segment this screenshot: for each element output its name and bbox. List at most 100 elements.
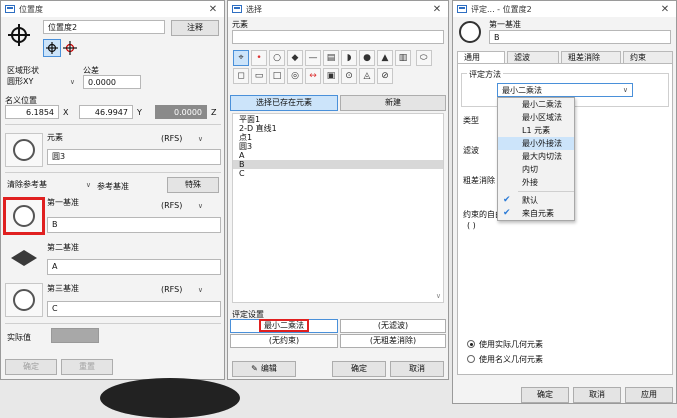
- ellipse-icon[interactable]: ⬭: [415, 50, 432, 66]
- slot-icon[interactable]: ▥: [395, 50, 411, 66]
- position-type-selector[interactable]: [43, 39, 79, 57]
- eval-method-button[interactable]: 最小二乘法: [230, 319, 338, 333]
- element-rfs-combo[interactable]: (RFS) ∨: [159, 132, 205, 146]
- plane-icon[interactable]: ◆: [287, 50, 303, 66]
- square-icon[interactable]: □: [269, 68, 285, 84]
- list-item[interactable]: 平面1: [233, 115, 443, 124]
- cone-icon[interactable]: ◗: [341, 50, 357, 66]
- menu-item[interactable]: 最小二乘法: [498, 98, 574, 111]
- datum3-feature-button[interactable]: [5, 283, 43, 317]
- special-button[interactable]: 特殊: [167, 177, 219, 193]
- element-field[interactable]: 圆3: [47, 149, 221, 165]
- menu-check-default[interactable]: ✔ 默认: [498, 194, 574, 207]
- method-combo[interactable]: 最小二乘法 ∨: [497, 83, 633, 97]
- datum1-feature-button[interactable]: [3, 197, 45, 235]
- position-dialog: 位置度 ✕ 位置度2 注释 区域形状 公差 圆形XY ∨ 0.0000 名义位置…: [0, 0, 225, 380]
- datum1-field[interactable]: B: [47, 217, 221, 233]
- line-icon[interactable]: —: [305, 50, 321, 66]
- circle-icon[interactable]: ○: [269, 50, 285, 66]
- name-field[interactable]: 位置度2: [43, 20, 165, 34]
- position-small-icon: [46, 42, 58, 54]
- x-axis-label: X: [63, 108, 69, 117]
- cube-icon[interactable]: ▣: [323, 68, 339, 84]
- filter-button[interactable]: (无滤波): [340, 319, 446, 333]
- scroll-down-icon[interactable]: ∨: [436, 292, 441, 300]
- datum3-rfs-value: (RFS): [161, 285, 183, 294]
- datum2-field[interactable]: A: [47, 259, 221, 275]
- constraint-value: ( ): [467, 221, 476, 230]
- cylinder-icon[interactable]: ▤: [323, 50, 339, 66]
- auto-feature-icon[interactable]: ⌖: [233, 50, 249, 66]
- element-list[interactable]: 平面1 2-D 直线1 点1 圆3 A B C ∨: [232, 113, 444, 303]
- cancel-button[interactable]: 取消: [390, 361, 444, 377]
- ring-icon[interactable]: ◎: [287, 68, 303, 84]
- box-icon[interactable]: ◻: [233, 68, 249, 84]
- close-icon[interactable]: ✕: [206, 4, 220, 15]
- evaluation-dialog-title: 评定... - 位置度2: [471, 4, 532, 14]
- list-item[interactable]: C: [233, 169, 443, 178]
- ok-button[interactable]: 确定: [332, 361, 386, 377]
- x-field[interactable]: 6.1854: [5, 105, 59, 119]
- list-item[interactable]: 2-D 直线1: [233, 124, 443, 133]
- clear-reference-combo[interactable]: 清除参考基 ∨: [5, 178, 93, 192]
- menu-item[interactable]: 最大内切法: [498, 150, 574, 163]
- tab-constraint[interactable]: 约束: [623, 51, 673, 63]
- list-item[interactable]: 点1: [233, 133, 443, 142]
- method-dropdown-menu[interactable]: 最小二乘法 最小区域法 L1 元素 最小外接法 最大内切法 内切 外接 ✔ 默认 ✔ 来自元素: [497, 97, 575, 221]
- datum3-field[interactable]: C: [47, 301, 221, 317]
- datum3-rfs-combo[interactable]: (RFS) ∨: [159, 283, 205, 297]
- datum-field[interactable]: B: [489, 30, 671, 44]
- radio-button[interactable]: [467, 355, 475, 363]
- radio-nominal[interactable]: 使用名义几何元素: [467, 354, 543, 365]
- y-field[interactable]: 46.9947: [79, 105, 133, 119]
- list-item[interactable]: 圆3: [233, 142, 443, 151]
- close-icon[interactable]: ✕: [430, 4, 444, 15]
- close-icon[interactable]: ✕: [658, 4, 672, 15]
- datum1-rfs-combo[interactable]: (RFS) ∨: [159, 199, 205, 213]
- menu-item[interactable]: L1 元素: [498, 124, 574, 137]
- position-type-active[interactable]: [43, 39, 61, 57]
- chevron-down-icon: ∨: [197, 286, 203, 294]
- sphere-icon[interactable]: ●: [359, 50, 375, 66]
- tolerance-field[interactable]: 0.0000: [83, 75, 141, 89]
- tab-outlier[interactable]: 粗差消除: [561, 51, 621, 63]
- radio-button[interactable]: [467, 340, 475, 348]
- datum2-feature-button[interactable]: [5, 241, 43, 275]
- point-icon[interactable]: •: [251, 50, 267, 66]
- note-button[interactable]: 注释: [171, 20, 219, 36]
- tab-new[interactable]: 新建: [340, 95, 446, 111]
- target-icon[interactable]: ⊙: [341, 68, 357, 84]
- element-input[interactable]: [232, 30, 444, 44]
- menu-item[interactable]: 最小区域法: [498, 111, 574, 124]
- ok-button[interactable]: 确定: [5, 359, 57, 375]
- menu-check-default-label: 默认: [522, 196, 538, 205]
- torus-icon[interactable]: ▲: [377, 50, 393, 66]
- width-icon[interactable]: ↔: [305, 68, 321, 84]
- tab-filter[interactable]: 滤波: [507, 51, 559, 63]
- surface-icon[interactable]: ◬: [359, 68, 375, 84]
- menu-item[interactable]: 内切: [498, 163, 574, 176]
- curve-icon[interactable]: ⊘: [377, 68, 393, 84]
- check-icon: ✔: [503, 195, 511, 205]
- reset-button[interactable]: 重置: [61, 359, 113, 375]
- menu-item[interactable]: 最小外接法: [498, 137, 574, 150]
- radio-actual[interactable]: 使用实际几何元素: [467, 339, 543, 350]
- datum3-label: 第三基准: [47, 284, 79, 293]
- constraint-button[interactable]: (无约束): [230, 334, 338, 348]
- menu-item[interactable]: 外接: [498, 176, 574, 189]
- round-slot-icon[interactable]: ▭: [251, 68, 267, 84]
- z-field[interactable]: 0.0000: [155, 105, 207, 119]
- ok-button[interactable]: 确定: [521, 387, 569, 403]
- tab-select-existing[interactable]: 选择已存在元素: [230, 95, 338, 111]
- list-item[interactable]: B: [233, 160, 443, 169]
- list-item[interactable]: A: [233, 151, 443, 160]
- cancel-button[interactable]: 取消: [573, 387, 621, 403]
- menu-separator: [518, 191, 574, 192]
- menu-check-from-element[interactable]: ✔ 来自元素: [498, 207, 574, 220]
- apply-button[interactable]: 应用: [625, 387, 673, 403]
- position-type-alt[interactable]: [61, 39, 79, 57]
- edit-button[interactable]: ✎ 编辑: [232, 361, 296, 377]
- outlier-button[interactable]: (无粗差消除): [340, 334, 446, 348]
- zone-shape-combo[interactable]: 圆形XY ∨: [5, 75, 77, 89]
- element-feature-button[interactable]: [5, 133, 43, 167]
